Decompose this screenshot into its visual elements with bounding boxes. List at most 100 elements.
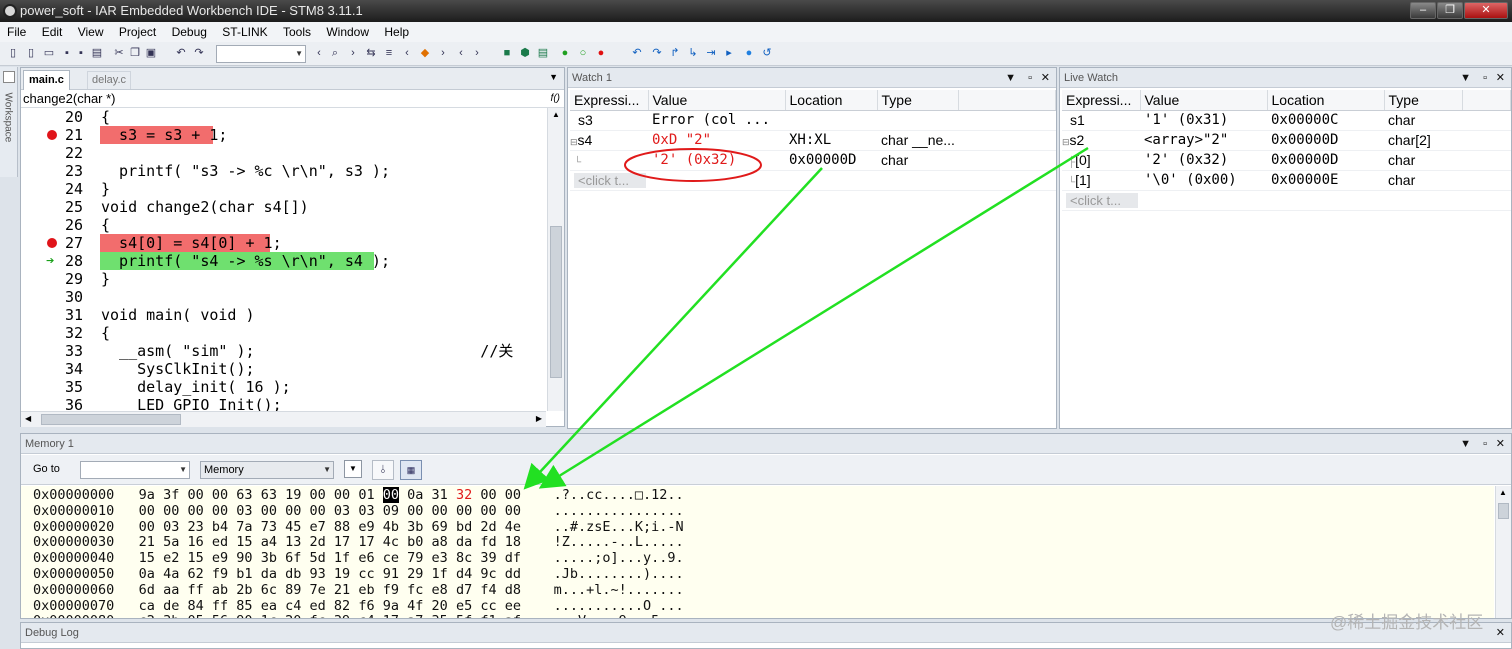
memory-row[interactable]: 0x00000010 00 00 00 00 03 00 00 00 03 03… [33, 503, 684, 520]
memory-byte[interactable]: 7e [310, 582, 326, 598]
watch-value[interactable]: Error (col ... [648, 110, 785, 131]
memory-byte[interactable]: 00 [505, 503, 521, 519]
memory-row[interactable]: 0x00000060 6d aa ff ab 2b 6c 89 7e 21 eb… [33, 582, 684, 599]
memory-byte[interactable]: 9a [139, 487, 155, 503]
memory-byte[interactable]: f4 [480, 582, 496, 598]
memory-byte[interactable]: f1 [480, 613, 496, 618]
memory-byte[interactable]: 4c [383, 534, 399, 550]
memory-byte[interactable]: 88 [334, 519, 350, 535]
column-header-expression[interactable]: Expressi... [570, 90, 649, 111]
tab-list-chevron-icon[interactable]: ▼ [549, 72, 558, 82]
click-to-add-watch[interactable]: <click t... [574, 173, 646, 188]
expand-tree-icon[interactable]: ⊟ [1062, 137, 1070, 147]
new-doc-icon[interactable]: ▯ [24, 46, 38, 61]
memory-byte[interactable]: 00 [310, 503, 326, 519]
memory-byte[interactable]: 00 [139, 503, 155, 519]
watch-value[interactable]: '1' (0x31) [1140, 110, 1267, 131]
memory-row[interactable]: 0x00000080 c2 3b 05 56 90 1c 20 fc 39 c4… [33, 613, 684, 618]
code-line[interactable]: { [101, 324, 110, 342]
expand-tree-icon[interactable]: ⊟ [570, 137, 578, 147]
memory-byte[interactable]: e2 [163, 550, 179, 566]
scroll-up-icon[interactable]: ▲ [1499, 488, 1507, 497]
memory-byte[interactable]: e8 [432, 582, 448, 598]
memory-byte[interactable]: 00 [480, 503, 496, 519]
memory-byte[interactable]: cc [480, 598, 496, 614]
memory-byte[interactable]: 23 [187, 519, 203, 535]
make-icon[interactable]: ⬢ [518, 46, 532, 61]
editor-horizontal-scrollbar[interactable]: ◀ ▶ [21, 411, 546, 427]
memory-byte[interactable]: 6c [261, 582, 277, 598]
memory-byte[interactable]: 69 [432, 519, 448, 535]
memory-byte[interactable]: 17 [383, 613, 399, 618]
code-line[interactable]: { [101, 216, 110, 234]
memory-byte[interactable]: 9c [480, 566, 496, 582]
memory-byte[interactable]: ed [310, 598, 326, 614]
memory-byte[interactable]: 00 [407, 503, 423, 519]
memory-byte[interactable]: 31 [432, 487, 448, 503]
watch-value[interactable]: 0xD "2" [648, 130, 785, 151]
memory-byte[interactable]: 01 [358, 487, 374, 503]
memory-columns-icon[interactable]: ▦ [400, 460, 422, 480]
code-line[interactable]: LED_GPIO_Init(); [101, 396, 282, 411]
column-header-expression[interactable]: Expressi... [1062, 90, 1141, 111]
tab-delay-c[interactable]: delay.c [87, 71, 132, 89]
memory-byte[interactable]: b1 [236, 566, 252, 582]
reset-icon[interactable]: ↶ [630, 46, 644, 61]
memory-byte[interactable]: 00 [261, 503, 277, 519]
memory-byte[interactable]: 03 [358, 503, 374, 519]
find-combo[interactable]: ▼ [216, 45, 306, 63]
memory-byte[interactable]: 19 [285, 487, 301, 503]
memory-byte[interactable]: 90 [236, 613, 252, 618]
nav-right-icon[interactable]: › [470, 46, 484, 61]
memory-byte[interactable]: e3 [432, 550, 448, 566]
close-icon[interactable]: ✕ [1496, 623, 1505, 643]
bookmark-prev-icon[interactable]: ‹ [400, 46, 414, 61]
memory-byte[interactable]: 00 [187, 487, 203, 503]
memory-byte[interactable]: 00 [310, 487, 326, 503]
goto-input[interactable]: ▼ [80, 461, 190, 479]
memory-byte[interactable]: 1f [432, 566, 448, 582]
memory-byte[interactable]: 32 [456, 487, 472, 503]
memory-byte[interactable]: bd [456, 519, 472, 535]
column-header-type[interactable]: Type [1384, 90, 1463, 111]
memory-byte[interactable]: 0a [407, 487, 423, 503]
memory-byte[interactable]: da [456, 534, 472, 550]
memory-vertical-scrollbar[interactable]: ▲ [1495, 486, 1511, 618]
memory-byte[interactable]: 00 [139, 519, 155, 535]
memory-byte[interactable]: a7 [407, 613, 423, 618]
memory-byte[interactable]: fd [480, 534, 496, 550]
stop-build-icon[interactable]: ▤ [536, 46, 550, 61]
code-line[interactable]: __asm( "sim" ); //关 [101, 342, 513, 360]
memory-byte[interactable]: 5a [163, 534, 179, 550]
memory-byte[interactable]: e6 [358, 550, 374, 566]
memory-byte[interactable]: 00 [163, 503, 179, 519]
table-row[interactable]: ⊟s4 0xD "2" XH:XL char __ne... [570, 130, 1056, 151]
memory-byte[interactable]: 93 [310, 566, 326, 582]
memory-byte[interactable]: c2 [139, 613, 155, 618]
memory-byte[interactable]: af [505, 613, 521, 618]
forward-icon[interactable]: › [346, 46, 360, 61]
memory-row[interactable]: 0x00000000 9a 3f 00 00 63 63 19 00 00 01… [33, 487, 684, 504]
table-row[interactable]: └[1] '\0' (0x00) 0x00000E char [1062, 170, 1511, 191]
memory-byte[interactable]: 63 [236, 487, 252, 503]
function-list-icon[interactable]: f() [551, 90, 560, 108]
redo-icon[interactable]: ↷ [192, 46, 206, 61]
memory-byte[interactable]: 6f [285, 550, 301, 566]
code-area[interactable]: ➔ 20{21 s3 = s3 + 1; 22 23 printf( "s3 -> … [21, 108, 546, 411]
watch-expr[interactable]: s1 [1062, 110, 1140, 131]
code-line[interactable]: SysClkInit(); [101, 360, 254, 378]
scroll-up-icon[interactable]: ▲ [549, 110, 563, 120]
memory-byte[interactable]: 85 [236, 598, 252, 614]
maximize-button[interactable]: ❐ [1437, 2, 1463, 19]
table-row[interactable]: s1 '1' (0x31) 0x00000C char [1062, 110, 1511, 131]
memory-byte[interactable]: 17 [358, 534, 374, 550]
memory-fill-icon[interactable]: ⫰ [372, 460, 394, 480]
compile-icon[interactable]: ■ [500, 46, 514, 61]
code-line[interactable]: } [101, 180, 110, 198]
menu-window[interactable]: Window [321, 22, 374, 42]
table-row[interactable]: ├[0] '2' (0x32) 0x00000D char [1062, 150, 1511, 171]
bookmark-next-icon[interactable]: › [436, 46, 450, 61]
save-icon[interactable]: ▪ [60, 46, 74, 61]
memory-byte[interactable]: db [285, 566, 301, 582]
memory-zone-select[interactable]: Memory ▼ [200, 461, 334, 479]
